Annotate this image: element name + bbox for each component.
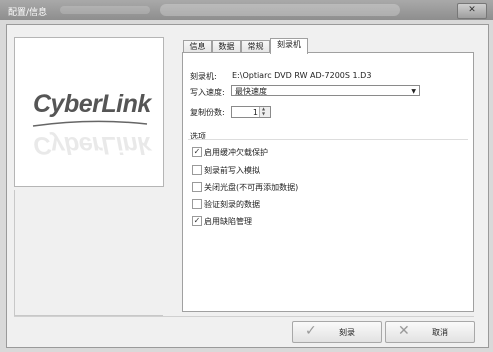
close-icon: ✕ <box>398 323 410 339</box>
copies-label: 复制份数: <box>190 108 225 117</box>
logo-panel: CyberLink CyberLink <box>14 37 164 187</box>
logo-swoosh-icon <box>32 120 148 127</box>
title-bar: 配置/信息 ✕ <box>0 0 493 20</box>
burn-button[interactable]: ✓ 刻录 <box>292 321 382 343</box>
option-label: 刻录前写入模拟 <box>204 166 260 175</box>
option-label: 启用缺陷管理 <box>204 217 252 226</box>
chevron-down-icon: ▼ <box>411 88 416 95</box>
option-label: 关闭光盘(不可再添加数据) <box>204 183 299 192</box>
checkbox-unchecked-icon[interactable] <box>192 199 202 209</box>
write-speed-select[interactable]: 最快速度 ▼ <box>231 85 420 96</box>
write-speed-label: 写入速度: <box>190 88 225 97</box>
window-title: 配置/信息 <box>8 8 48 18</box>
checkbox-unchecked-icon[interactable] <box>192 165 202 175</box>
copies-stepper[interactable]: 1 ▲ ▼ <box>231 106 271 118</box>
options-separator <box>188 139 468 140</box>
checkbox-unchecked-icon[interactable] <box>192 182 202 192</box>
write-speed-value: 最快速度 <box>235 87 267 96</box>
logo-reflection: CyberLink <box>33 131 151 159</box>
footer-divider <box>14 316 474 317</box>
recorder-label: 刻录机: <box>190 72 217 81</box>
title-address-blur <box>160 4 400 16</box>
copies-value: 1 <box>252 108 258 117</box>
checkmark-icon: ✓ <box>305 323 317 339</box>
options-header: 选项 <box>190 132 206 141</box>
stepper-buttons[interactable]: ▲ ▼ <box>259 107 270 117</box>
left-lower-panel <box>14 190 163 316</box>
checkbox-checked-icon[interactable]: ✓ <box>192 216 202 226</box>
cancel-button[interactable]: ✕ 取消 <box>385 321 475 343</box>
close-button[interactable]: ✕ <box>457 3 487 19</box>
arrow-down-icon[interactable]: ▼ <box>262 112 265 116</box>
burn-button-label: 刻录 <box>339 328 355 337</box>
checkbox-checked-icon[interactable]: ✓ <box>192 147 202 157</box>
tab-burner[interactable]: 刻录机 <box>270 38 308 54</box>
cancel-button-label: 取消 <box>432 328 448 337</box>
recorder-value: E:\Optiarc DVD RW AD-7200S 1.D3 <box>232 71 372 80</box>
option-label: 启用缓冲欠载保护 <box>204 148 268 157</box>
cyberlink-logo: CyberLink <box>33 90 151 118</box>
option-label: 验证刻录的数据 <box>204 200 260 209</box>
title-blur <box>60 6 150 14</box>
